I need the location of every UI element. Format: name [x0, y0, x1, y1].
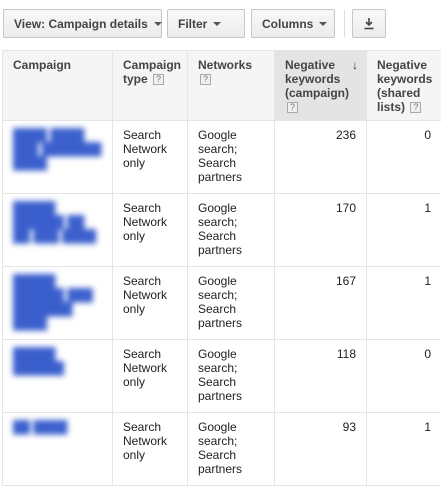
help-icon[interactable]: ?: [200, 74, 211, 85]
filter-dropdown-label: Filter: [178, 17, 207, 31]
cell-neg-kw-shared: 1: [367, 194, 441, 267]
campaign-link[interactable]: █████ ██████: [13, 347, 102, 375]
cell-neg-kw-campaign: 236: [275, 121, 367, 194]
view-dropdown-label: View: Campaign details: [14, 17, 148, 31]
cell-campaign[interactable]: ████ ████ ███ ███████ ████: [3, 121, 113, 194]
table-row: ██ ████ Search Network only Google searc…: [3, 413, 441, 486]
campaign-link[interactable]: ██ ████: [13, 420, 102, 434]
cell-campaign-type: Search Network only: [113, 413, 188, 486]
toolbar-divider: [344, 10, 345, 37]
chevron-down-icon: [154, 22, 162, 26]
table-row: ████ ████ ███ ███████ ████ Search Networ…: [3, 121, 441, 194]
cell-campaign-type: Search Network only: [113, 194, 188, 267]
campaign-link[interactable]: ████ ████ ███ ███████ ████: [13, 128, 102, 170]
table-row: █████ ██████ Search Network only Google …: [3, 340, 441, 413]
help-icon[interactable]: ?: [287, 102, 298, 113]
table-header-row: Campaign Campaign type ? Networks ? Nega…: [3, 51, 441, 121]
col-header-campaign[interactable]: Campaign: [3, 51, 113, 121]
col-header-campaign-type[interactable]: Campaign type ?: [113, 51, 188, 121]
cell-neg-kw-shared: 1: [367, 413, 441, 486]
cell-campaign[interactable]: █████ ██████: [3, 340, 113, 413]
cell-neg-kw-shared: 0: [367, 340, 441, 413]
columns-dropdown-label: Columns: [262, 17, 313, 31]
cell-networks: Google search; Search partners: [188, 121, 275, 194]
cell-neg-kw-campaign: 93: [275, 413, 367, 486]
col-header-neg-kw-shared[interactable]: Negative keywords (shared lists) ?: [367, 51, 441, 121]
cell-neg-kw-campaign: 170: [275, 194, 367, 267]
cell-networks: Google search; Search partners: [188, 267, 275, 340]
cell-neg-kw-shared: 0: [367, 121, 441, 194]
help-icon[interactable]: ?: [410, 102, 421, 113]
campaign-link[interactable]: █████ ██████ ███ ███████ ████: [13, 274, 102, 330]
chevron-down-icon: [319, 22, 327, 26]
table-row: █████ ██████ ███ ███████ ████ Search Net…: [3, 267, 441, 340]
cell-neg-kw-campaign: 118: [275, 340, 367, 413]
download-button[interactable]: [352, 9, 386, 38]
cell-neg-kw-shared: 1: [367, 267, 441, 340]
cell-neg-kw-campaign: 167: [275, 267, 367, 340]
cell-campaign-type: Search Network only: [113, 340, 188, 413]
cell-networks: Google search; Search partners: [188, 194, 275, 267]
chevron-down-icon: [213, 22, 221, 26]
cell-campaign[interactable]: █████ ██████ ██ ██ ███ ████: [3, 194, 113, 267]
cell-campaign[interactable]: ██ ████: [3, 413, 113, 486]
col-header-neg-kw-shared-label: Negative keywords (shared lists): [377, 58, 432, 114]
cell-campaign[interactable]: █████ ██████ ███ ███████ ████: [3, 267, 113, 340]
col-header-neg-kw-campaign[interactable]: Negative keywords (campaign) ? ↓: [275, 51, 367, 121]
col-header-neg-kw-campaign-label: Negative keywords (campaign): [285, 58, 349, 100]
table-row: █████ ██████ ██ ██ ███ ████ Search Netwo…: [3, 194, 441, 267]
col-header-networks-label: Networks: [198, 58, 252, 72]
download-icon: [363, 17, 375, 30]
campaign-table: Campaign Campaign type ? Networks ? Nega…: [2, 50, 441, 486]
view-dropdown-button[interactable]: View: Campaign details: [3, 9, 162, 38]
columns-dropdown-button[interactable]: Columns: [251, 9, 335, 38]
cell-networks: Google search; Search partners: [188, 340, 275, 413]
help-icon[interactable]: ?: [153, 74, 164, 85]
col-header-campaign-type-label: Campaign type: [123, 58, 181, 86]
sort-descending-icon: ↓: [352, 58, 358, 72]
campaign-link[interactable]: █████ ██████ ██ ██ ███ ████: [13, 201, 102, 243]
cell-campaign-type: Search Network only: [113, 121, 188, 194]
col-header-networks[interactable]: Networks ?: [188, 51, 275, 121]
col-header-campaign-label: Campaign: [13, 58, 71, 72]
cell-campaign-type: Search Network only: [113, 267, 188, 340]
filter-dropdown-button[interactable]: Filter: [167, 9, 245, 38]
cell-networks: Google search; Search partners: [188, 413, 275, 486]
toolbar: View: Campaign details Filter Columns: [0, 0, 441, 48]
